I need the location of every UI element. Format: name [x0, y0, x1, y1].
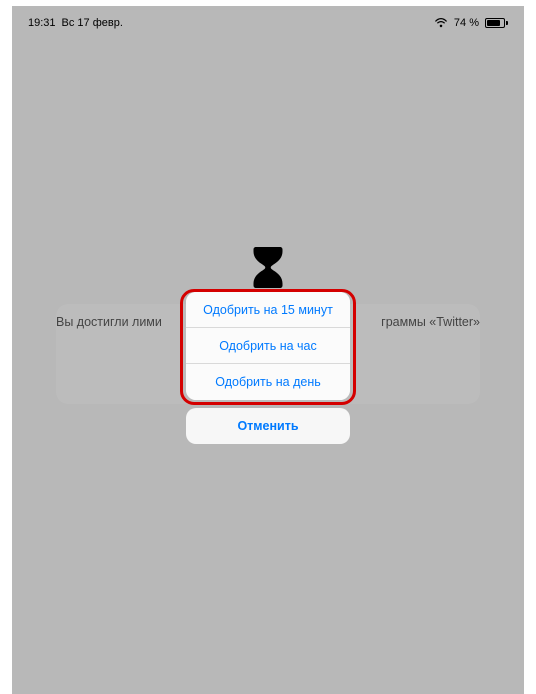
- status-time: 19:31: [28, 17, 56, 29]
- status-bar: 19:31 Вс 17 февр. 74 %: [12, 14, 524, 32]
- battery-percent: 74 %: [454, 17, 479, 29]
- action-sheet: Одобрить на 15 минут Одобрить на час Одо…: [186, 292, 350, 444]
- status-date: Вс 17 февр.: [62, 17, 123, 29]
- approve-1-day-button[interactable]: Одобрить на день: [186, 364, 350, 400]
- option-label: Одобрить на час: [219, 339, 317, 353]
- wifi-icon: [434, 18, 448, 28]
- action-sheet-options-group: Одобрить на 15 минут Одобрить на час Одо…: [186, 292, 350, 400]
- approve-1-hour-button[interactable]: Одобрить на час: [186, 328, 350, 364]
- option-label: Одобрить на день: [215, 375, 321, 389]
- limit-message-left: Вы достигли лими: [56, 315, 162, 329]
- limit-message-right: граммы «Twitter»: [381, 315, 480, 329]
- approve-15-min-button[interactable]: Одобрить на 15 минут: [186, 292, 350, 328]
- cancel-button[interactable]: Отменить: [186, 408, 350, 444]
- hourglass-icon: [242, 241, 294, 293]
- battery-icon: [485, 18, 508, 28]
- cancel-label: Отменить: [237, 419, 298, 433]
- option-label: Одобрить на 15 минут: [203, 303, 333, 317]
